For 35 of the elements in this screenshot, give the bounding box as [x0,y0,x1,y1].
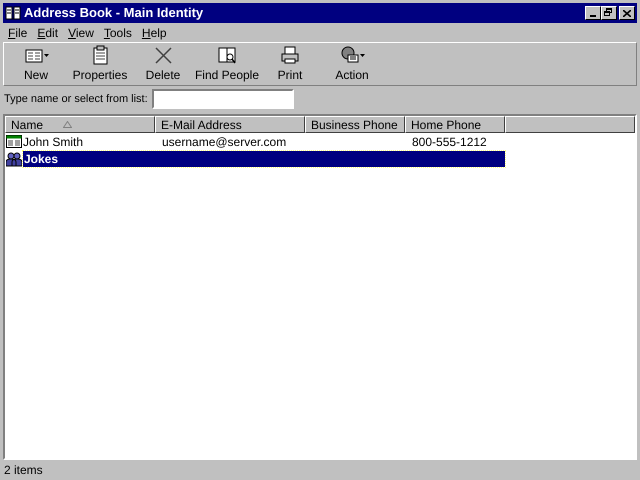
search-label: Type name or select from list: [4,92,148,107]
contact-card-icon [6,134,22,150]
column-header[interactable]: Home Phone [405,116,505,133]
menu-item[interactable]: Tools [98,24,137,42]
close-button[interactable] [619,6,635,20]
close-icon [623,10,631,16]
window-title: Address Book - Main Identity [24,4,204,22]
globe-phone-icon [340,45,360,65]
menu-item[interactable]: View [63,24,99,42]
toolbar-button[interactable]: Find People [188,44,266,84]
contact-name: Jokes [23,150,58,168]
book-icon [217,45,237,65]
restore-button[interactable] [601,6,617,20]
book-icon [5,6,21,20]
toolbar-button[interactable]: Action [314,44,390,84]
toolbar-button[interactable]: Delete [138,44,188,84]
x-icon [153,45,173,65]
minimize-button[interactable] [585,6,601,20]
column-header[interactable]: E-Mail Address [155,116,305,133]
menu-item[interactable]: File [3,24,32,42]
toolbar-button[interactable]: Print [266,44,314,84]
column-header[interactable]: Name [5,116,155,133]
search-field[interactable] [152,89,294,109]
status-text: 2 items [4,462,43,479]
toolbar-button[interactable]: Properties [62,44,138,84]
printer-icon [280,45,300,65]
toolbar-button[interactable]: New [10,44,62,84]
contact-name[interactable]: John Smith [22,132,84,150]
menu-item[interactable]: Help [136,24,172,42]
table-cell-text: username@server.com [161,134,286,150]
group-icon [6,150,22,166]
table-cell-text: 800-555-1212 [411,134,487,150]
column-header[interactable]: Business Phone [305,116,405,133]
selected-row-highlight[interactable]: Jokes [23,150,505,166]
menu-item[interactable]: Edit [32,24,64,42]
